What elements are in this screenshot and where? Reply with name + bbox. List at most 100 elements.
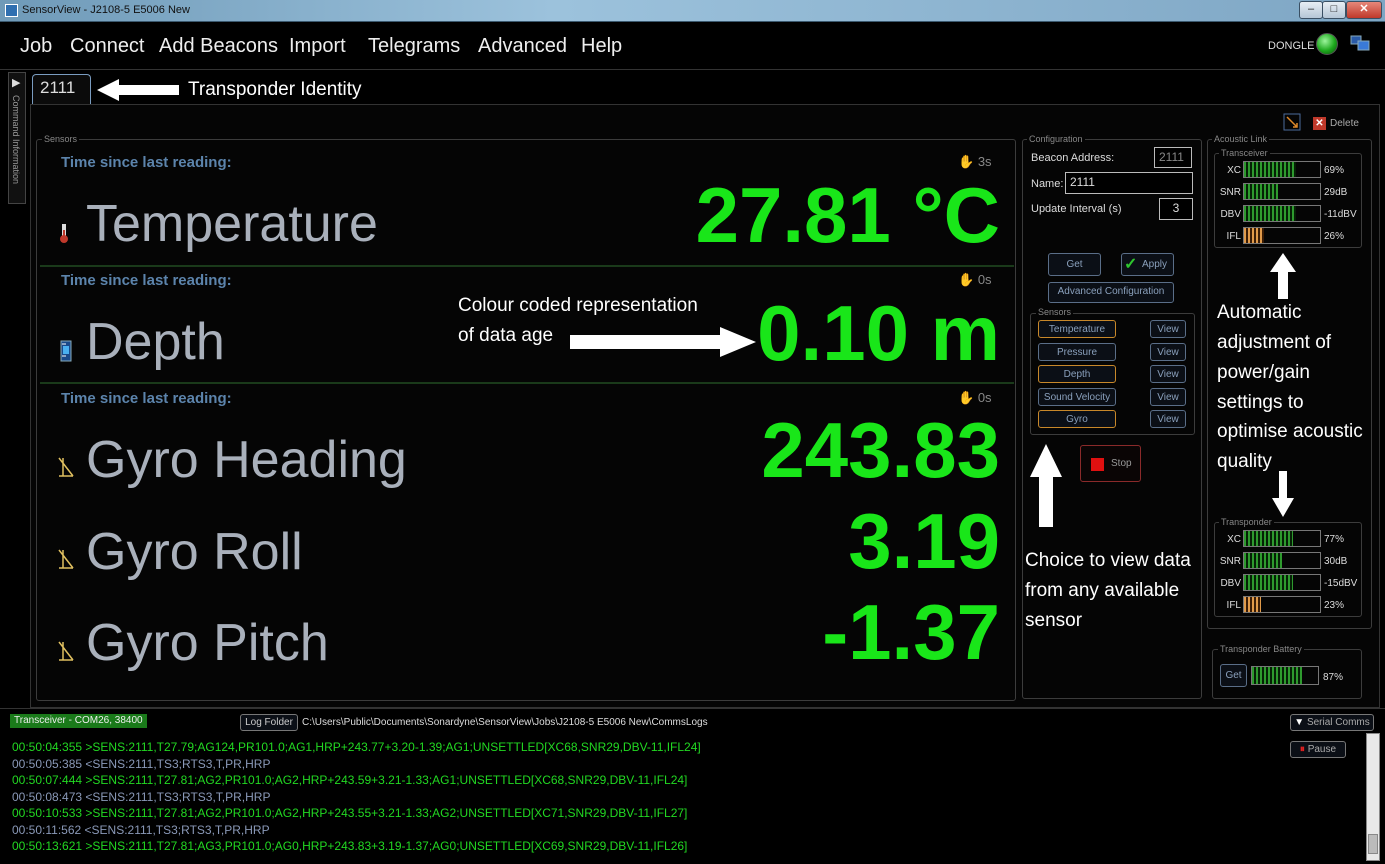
window-layout-icon[interactable] xyxy=(1350,35,1370,51)
sensor-choice-annotation-3: sensor xyxy=(1025,610,1083,631)
close-button[interactable]: ✕ xyxy=(1346,1,1382,19)
link-metric-bar xyxy=(1243,205,1321,222)
delete-icon[interactable]: ✕ xyxy=(1313,117,1326,130)
log-line: 00:50:04:355 >SENS:2111,T27.79;AG124,PR1… xyxy=(12,740,701,754)
menu-advanced[interactable]: Advanced xyxy=(478,35,567,58)
link-metric-bar xyxy=(1243,227,1321,244)
log-line: 00:50:13:621 >SENS:2111,T27.81;AG3,PR101… xyxy=(12,839,688,853)
link-metric-label: IFL xyxy=(1226,600,1241,611)
sensor-value-gyro-pitch: -1.37 xyxy=(822,588,1000,676)
menu-help[interactable]: Help xyxy=(581,35,622,58)
maximize-button[interactable]: □ xyxy=(1322,1,1346,19)
link-metric-bar xyxy=(1243,596,1321,613)
configuration-group-label: Configuration xyxy=(1027,134,1085,144)
data-age-depth: ✋ 0s xyxy=(958,272,992,287)
log-line: 00:50:05:385 <SENS:2111,TS3;RTS3,T,PR,HR… xyxy=(12,756,271,771)
link-metric-bar xyxy=(1243,530,1321,547)
time-since-label-depth: Time since last reading: xyxy=(61,272,232,289)
log-line: 00:50:08:473 <SENS:2111,TS3;RTS3,T,PR,HR… xyxy=(12,789,271,804)
annotation-arrow-down-icon xyxy=(1272,471,1294,517)
age-hand-icon: ✋ xyxy=(958,154,975,169)
view-button-pressure[interactable]: View xyxy=(1150,343,1186,361)
serial-comms-button[interactable]: ▼ Serial Comms xyxy=(1290,714,1374,731)
gyro-icon xyxy=(58,457,74,477)
menu-import[interactable]: Import xyxy=(289,35,346,58)
menu-job[interactable]: Job xyxy=(20,35,52,58)
link-metric-label: XC xyxy=(1227,165,1241,176)
acoustic-link-label: Acoustic Link xyxy=(1212,134,1270,144)
battery-level-bar xyxy=(1251,666,1319,685)
link-metric-value: -11dBV xyxy=(1324,209,1357,220)
beacon-address-label: Beacon Address: xyxy=(1031,152,1115,164)
data-age-temperature: ✋ 3s xyxy=(958,154,992,169)
sensor-button-pressure[interactable]: Pressure xyxy=(1038,343,1116,361)
pause-button[interactable]: ⏸ Pause xyxy=(1290,741,1346,758)
update-interval-field[interactable]: 3 xyxy=(1159,198,1193,220)
tab-transponder-2111[interactable]: 2111 xyxy=(32,74,91,104)
link-metric-value: 30dB xyxy=(1324,556,1348,567)
battery-level-fill xyxy=(1252,667,1302,684)
view-button-sound-velocity[interactable]: View xyxy=(1150,388,1186,406)
sensor-choice-annotation-1: Choice to view data xyxy=(1025,550,1191,571)
time-since-label-gyro: Time since last reading: xyxy=(61,390,232,407)
link-metric-value: 29dB xyxy=(1324,187,1348,198)
menu-connect[interactable]: Connect xyxy=(70,35,145,58)
command-information-label: Command Information xyxy=(11,95,21,185)
gyro-icon xyxy=(58,641,74,661)
sensor-select-label: Sensors xyxy=(1036,307,1074,317)
get-config-button[interactable]: Get xyxy=(1048,253,1101,276)
log-folder-button[interactable]: Log Folder xyxy=(240,714,298,731)
data-age-gyro: ✋ 0s xyxy=(958,390,992,405)
delete-button[interactable]: Delete xyxy=(1330,118,1359,129)
link-metric-fill xyxy=(1244,228,1264,243)
undock-icon[interactable] xyxy=(1283,113,1301,131)
sensor-name-depth: Depth xyxy=(86,313,225,371)
command-information-strip[interactable]: ▶ Command Information xyxy=(8,72,26,204)
link-metric-fill xyxy=(1244,162,1297,177)
link-metric-bar xyxy=(1243,552,1321,569)
sensor-value-gyro-heading: 243.83 xyxy=(761,406,1000,494)
view-button-depth[interactable]: View xyxy=(1150,365,1186,383)
link-metric-label: DBV xyxy=(1220,578,1241,589)
battery-label: Transponder Battery xyxy=(1218,644,1304,654)
name-field[interactable]: 2111 xyxy=(1065,172,1193,194)
view-button-temperature[interactable]: View xyxy=(1150,320,1186,338)
transponder-label: Transponder xyxy=(1219,517,1274,527)
acoustic-annotation-1: Automatic xyxy=(1217,302,1302,323)
annotation-arrow-right-icon xyxy=(570,327,756,357)
app-icon xyxy=(5,4,18,17)
link-metric-fill xyxy=(1244,184,1279,199)
acoustic-annotation-6: quality xyxy=(1217,451,1272,472)
sensor-button-gyro[interactable]: Gyro xyxy=(1038,410,1116,428)
sensor-value-temperature: 27.81 °C xyxy=(695,171,1000,259)
sensor-button-sound-velocity[interactable]: Sound Velocity xyxy=(1038,388,1116,406)
advanced-configuration-button[interactable]: Advanced Configuration xyxy=(1048,282,1174,303)
checkmark-icon: ✓ xyxy=(1124,256,1138,273)
data-age-annotation-line1: Colour coded representation xyxy=(458,295,698,316)
expand-arrow-icon[interactable]: ▶ xyxy=(12,76,20,89)
window-title-bar: SensorView - J2108-5 E5006 New – □ ✕ xyxy=(0,0,1385,22)
menu-telegrams[interactable]: Telegrams xyxy=(368,35,460,58)
menu-bar: Job Connect Add Beacons Import Telegrams… xyxy=(0,22,1385,70)
menu-add-beacons[interactable]: Add Beacons xyxy=(159,35,278,58)
link-metric-bar xyxy=(1243,161,1321,178)
sensor-name-temperature: Temperature xyxy=(86,195,378,253)
link-metric-fill xyxy=(1244,531,1294,546)
minimize-button[interactable]: – xyxy=(1299,1,1323,19)
battery-value: 87% xyxy=(1323,672,1344,683)
log-scrollbar-thumb[interactable] xyxy=(1368,834,1378,854)
beacon-address-field[interactable]: 2111 xyxy=(1154,147,1192,168)
sensor-button-temperature[interactable]: Temperature xyxy=(1038,320,1116,338)
link-metric-fill xyxy=(1244,553,1282,568)
link-metric-fill xyxy=(1244,597,1262,612)
log-folder-path: C:\Users\Public\Documents\Sonardyne\Sens… xyxy=(302,717,708,728)
link-metric-label: SNR xyxy=(1219,187,1241,198)
log-scrollbar[interactable] xyxy=(1366,733,1380,861)
stop-button[interactable]: Stop xyxy=(1080,445,1141,482)
sensor-button-depth[interactable]: Depth xyxy=(1038,365,1116,383)
battery-get-button[interactable]: Get xyxy=(1220,664,1247,687)
name-label: Name: xyxy=(1031,178,1064,190)
view-button-gyro[interactable]: View xyxy=(1150,410,1186,428)
acoustic-annotation-4: settings to xyxy=(1217,392,1304,413)
link-metric-label: SNR xyxy=(1219,556,1241,567)
